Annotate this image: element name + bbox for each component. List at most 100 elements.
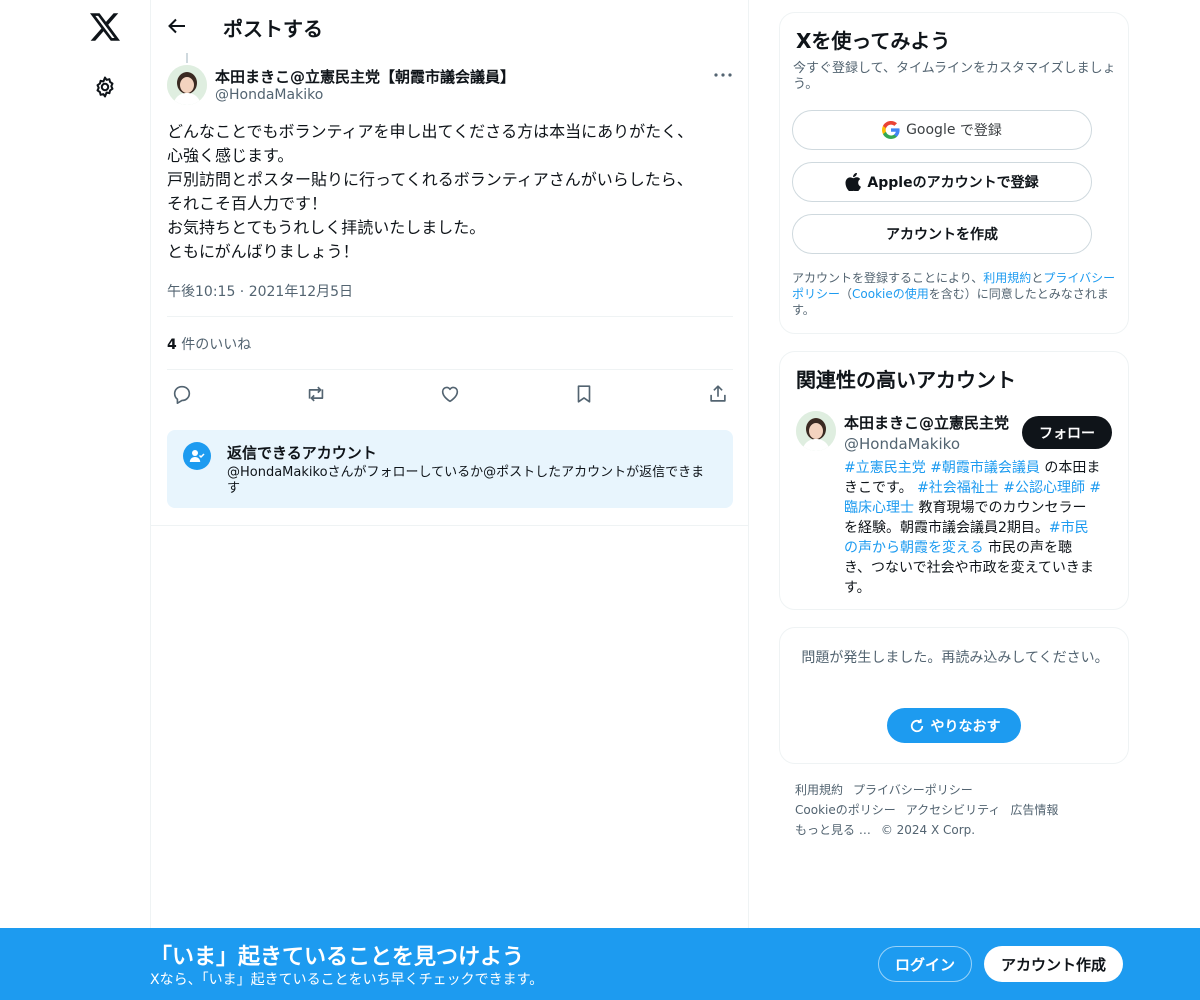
google-signup-label: Google bbox=[906, 122, 956, 138]
like-count-number: 4 bbox=[167, 337, 177, 353]
like-icon[interactable] bbox=[437, 381, 463, 407]
divider bbox=[167, 316, 733, 317]
create-account-label: アカウントを作成 bbox=[886, 227, 998, 243]
legal-text: と bbox=[1031, 271, 1044, 285]
like-count[interactable]: 4 件のいいね bbox=[167, 334, 251, 354]
signup-button[interactable]: アカウント作成 bbox=[984, 946, 1123, 982]
bio-text: を経験。朝霞市議会議員2期目。 bbox=[844, 520, 1049, 536]
share-icon[interactable] bbox=[705, 381, 731, 407]
bio-line: す。 bbox=[844, 578, 1114, 598]
arrow-left-icon[interactable] bbox=[165, 14, 189, 38]
hashtag-link[interactable]: #公認心理師 bbox=[1003, 480, 1085, 496]
related-account-bio: #立憲民主党 #朝霞市議会議員 の本田ま きこです。 #社会福祉士 #公認心理師 … bbox=[844, 458, 1114, 598]
follow-button[interactable]: フォロー bbox=[1022, 416, 1112, 449]
cookie-link[interactable]: Cookieの使用 bbox=[852, 287, 929, 301]
reply-icon[interactable] bbox=[169, 381, 195, 407]
bio-text: 教育現場でのカウンセラー bbox=[914, 500, 1087, 516]
avatar[interactable] bbox=[167, 65, 207, 105]
apple-signup-label: Appleのアカウントで登録 bbox=[867, 175, 1039, 191]
post-actions bbox=[167, 378, 733, 408]
footer-link[interactable]: アクセシビリティ bbox=[906, 803, 1001, 817]
footer-link[interactable]: 広告情報 bbox=[1010, 803, 1058, 817]
author-name[interactable]: 本田まきこ@立憲民主党【朝霞市議会議員】 bbox=[215, 66, 515, 87]
left-nav bbox=[0, 0, 150, 1000]
hashtag-link[interactable]: の声から朝霞を変える bbox=[844, 540, 984, 556]
bio-line: #立憲民主党 #朝霞市議会議員 の本田ま bbox=[844, 458, 1114, 478]
legal-text: （ bbox=[840, 287, 853, 301]
bio-line: 臨床心理士 教育現場でのカウンセラー bbox=[844, 498, 1114, 518]
signup-legal-text: アカウントを登録することにより、利用規約とプライバシーポリシー（Cookieの使… bbox=[792, 270, 1122, 318]
post-text-line: それこそ百人力です！ bbox=[167, 194, 328, 213]
related-account-handle[interactable]: @HondaMakiko bbox=[844, 435, 960, 453]
hashtag-link[interactable]: #社会福祉士 bbox=[917, 480, 999, 496]
bio-text: き、つないで社会や市政を変えていきま bbox=[844, 560, 1094, 576]
bio-line: きこです。 #社会福祉士 #公認心理師 # bbox=[844, 478, 1114, 498]
refresh-icon bbox=[910, 718, 923, 732]
related-accounts-title: 関連性の高いアカウント bbox=[796, 368, 1016, 392]
bio-line: を経験。朝霞市議会議員2期目。#市民 bbox=[844, 518, 1114, 538]
reply-restriction-icon bbox=[183, 442, 211, 470]
terms-link[interactable]: 利用規約 bbox=[983, 271, 1031, 285]
footer-links: 利用規約 プライバシーポリシー Cookieのポリシー アクセシビリティ 広告情報 も… bbox=[795, 780, 1135, 840]
reply-restriction-description: @HondaMakikoさんがフォローしているか@ポストしたアカウントが返信でき… bbox=[227, 465, 705, 496]
google-signup-suffix: で登録 bbox=[959, 123, 1002, 139]
page-title: ポストする bbox=[223, 17, 323, 41]
signup-banner: 「いま」起きていることを見つけよう Xなら、「いま」起きていることをいち早くチェ… bbox=[0, 928, 1200, 1000]
post-text-line: ともにがんばりましょう！ bbox=[167, 242, 359, 261]
related-account-name[interactable]: 本田まきこ@立憲民主党 bbox=[844, 412, 1009, 433]
signup-card-subtitle: 今すぐ登録して、タイムラインをカスタマイズしましょう。 bbox=[793, 61, 1116, 92]
reply-restriction-box: 返信できるアカウント @HondaMakikoさんがフォローしているか@ポストし… bbox=[167, 430, 733, 508]
footer-link-more[interactable]: もっと見る … bbox=[795, 823, 871, 837]
bio-text: きこです。 bbox=[844, 480, 918, 496]
google-signup-button[interactable]: Google で登録 bbox=[792, 110, 1092, 150]
hashtag-link[interactable]: #市民 bbox=[1049, 520, 1089, 536]
more-horizontal-icon[interactable] bbox=[711, 64, 735, 86]
reply-restriction-title: 返信できるアカウント bbox=[227, 444, 377, 462]
main-column: ポストする 本田まきこ@立憲民主党【朝霞市議会議員】 @HondaMakiko … bbox=[150, 0, 749, 1000]
related-accounts-card: 関連性の高いアカウント 本田まきこ@立憲民主党 @HondaMakiko フォロ… bbox=[779, 351, 1129, 610]
bio-line: の声から朝霞を変える 市民の声を聴 bbox=[844, 538, 1114, 558]
legal-text: アカウントを登録することにより、 bbox=[792, 271, 984, 285]
retry-label: やりなおす bbox=[930, 718, 1001, 735]
signup-card-title: Xを使ってみよう bbox=[796, 29, 951, 53]
error-card: 問題が発生しました。再読み込みしてください。 やりなおす bbox=[779, 627, 1129, 764]
bio-line: き、つないで社会や市政を変えていきま bbox=[844, 558, 1114, 578]
apple-icon bbox=[845, 173, 862, 191]
bio-text: す。 bbox=[844, 580, 871, 596]
divider bbox=[167, 369, 733, 370]
hashtag-link[interactable]: #朝霞市議会議員 bbox=[930, 460, 1040, 476]
bio-text: の本田ま bbox=[1039, 460, 1101, 476]
repost-icon[interactable] bbox=[303, 381, 329, 407]
footer-link[interactable]: Cookieのポリシー bbox=[795, 803, 896, 817]
post-text-line: 戸別訪問とポスター貼りに行ってくれるボランティアさんがいらしたら、 bbox=[167, 170, 693, 189]
x-logo-icon[interactable] bbox=[88, 10, 122, 44]
thread-line bbox=[186, 53, 188, 63]
error-message: 問題が発生しました。再読み込みしてください。 bbox=[801, 650, 1109, 666]
hashtag-link[interactable]: #立憲民主党 bbox=[844, 460, 926, 476]
footer-link[interactable]: 利用規約 bbox=[795, 783, 843, 797]
banner-subtitle: Xなら、「いま」起きていることをいち早くチェックできます。 bbox=[150, 972, 544, 988]
footer-link[interactable]: プライバシーポリシー bbox=[853, 783, 973, 797]
apple-signup-button[interactable]: Appleのアカウントで登録 bbox=[792, 162, 1092, 202]
bookmark-icon[interactable] bbox=[571, 381, 597, 407]
like-count-label: 件のいいね bbox=[176, 337, 252, 353]
copyright: © 2024 X Corp. bbox=[880, 823, 976, 837]
avatar[interactable] bbox=[796, 411, 836, 451]
post-timestamp[interactable]: 午後10:15 · 2021年12月5日 bbox=[167, 281, 353, 301]
banner-title: 「いま」起きていることを見つけよう bbox=[150, 945, 525, 970]
login-button[interactable]: ログイン bbox=[878, 946, 972, 982]
google-icon bbox=[882, 121, 900, 139]
bio-text: 市民の声を聴 bbox=[983, 540, 1073, 556]
header: ポストする bbox=[151, 0, 749, 53]
divider bbox=[151, 525, 749, 526]
post-text-line: どんなことでもボランティアを申し出てくださる方は本当にありがたく、 bbox=[167, 122, 694, 141]
post-text-line: お気持ちとてもうれしく拝読いたしました。 bbox=[167, 218, 486, 237]
hashtag-link[interactable]: # bbox=[1085, 480, 1101, 496]
post-text: どんなことでもボランティアを申し出てくださる方は本当にありがたく、 心強く感じま… bbox=[167, 120, 737, 264]
author-handle[interactable]: @HondaMakiko bbox=[215, 87, 323, 103]
gear-icon[interactable] bbox=[90, 72, 120, 102]
retry-button[interactable]: やりなおす bbox=[887, 708, 1021, 743]
create-account-button[interactable]: アカウントを作成 bbox=[792, 214, 1092, 254]
hashtag-link[interactable]: 臨床心理士 bbox=[844, 500, 914, 516]
post-text-line: 心強く感じます。 bbox=[167, 146, 294, 165]
